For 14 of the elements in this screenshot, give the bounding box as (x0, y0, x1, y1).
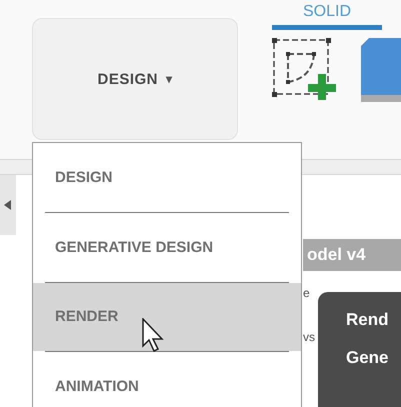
mouse-pointer-icon (142, 318, 166, 354)
browser-row-text[interactable]: e (303, 286, 310, 300)
menu-item[interactable]: GENERATIVE DESIGN (33, 212, 301, 282)
browser-row-text[interactable]: vs (303, 330, 315, 344)
menu-item[interactable]: RENDER (33, 282, 301, 352)
solid-tab[interactable]: SOLID (272, 3, 382, 30)
workspace-dropdown-button[interactable]: DESIGN ▾ (32, 18, 238, 140)
tooltip-text: Rend (346, 310, 390, 330)
collapse-arrow-icon[interactable] (4, 200, 12, 210)
create-sketch-icon[interactable] (272, 38, 336, 100)
tooltip-text: Gene (346, 348, 390, 368)
menu-item[interactable]: ANIMATION (33, 352, 301, 407)
browser-title: odel v4 (303, 239, 401, 271)
menu-item[interactable]: DESIGN (33, 143, 301, 212)
